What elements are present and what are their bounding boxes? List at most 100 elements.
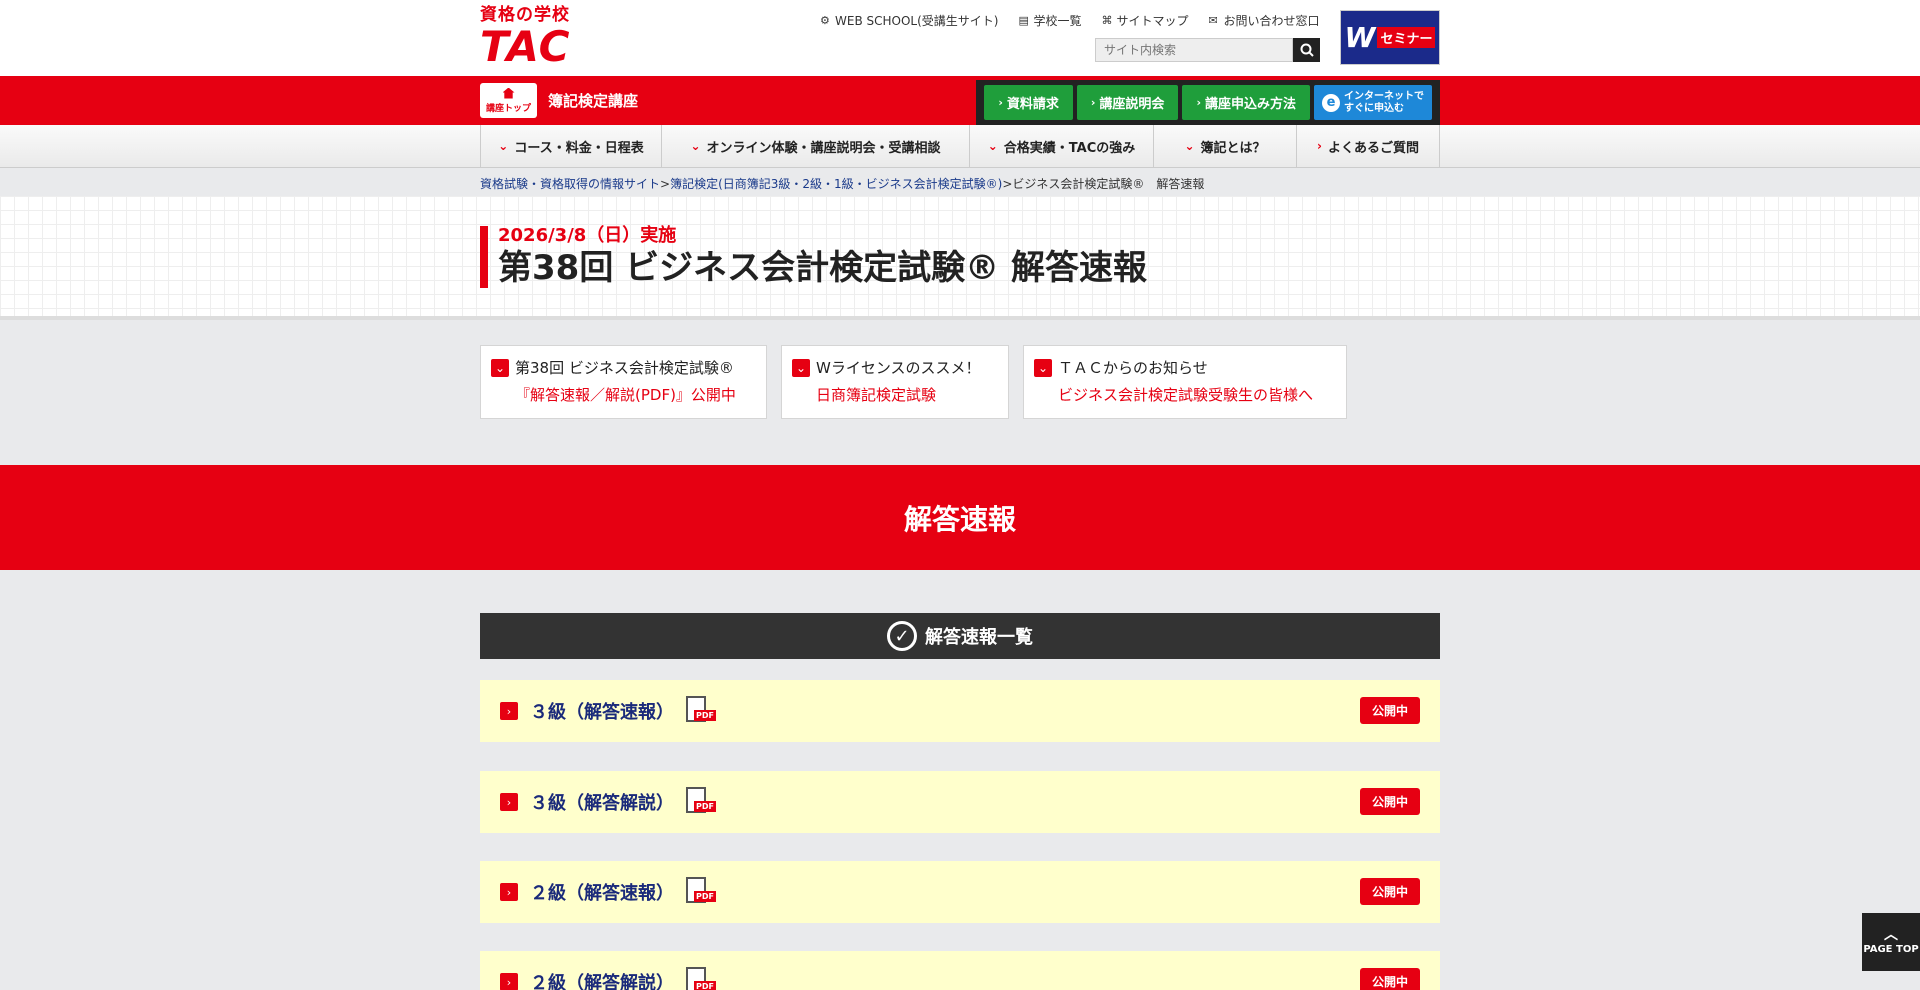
chevron-down-icon: ⌄ (690, 139, 701, 153)
answer-row[interactable]: › ２級（解答解説） PDF 公開中 (480, 951, 1440, 990)
answers-list-title: 解答速報一覧 (925, 627, 1033, 648)
news-card-tac-notice[interactable]: ⌄ ＴＡＣからのお知らせ ビジネス会計検定試験受験生の皆様へ (1023, 345, 1347, 419)
chevron-down-icon: ⌄ (987, 139, 998, 153)
w-seminar-banner[interactable]: W セミナー (1340, 10, 1440, 65)
util-link-label: お問い合わせ窓口 (1223, 14, 1320, 28)
util-link-label: WEB SCHOOL(受講生サイト) (835, 14, 999, 28)
nav-item-about-boki[interactable]: ⌄ 簿記とは？ (1154, 125, 1297, 167)
nav-label: オンライン体験・講座説明会・受講相談 (706, 140, 941, 156)
chevron-right-icon: › (1317, 139, 1322, 153)
pdf-icon: PDF (684, 877, 716, 907)
news-card-answers[interactable]: ⌄ 第38回 ビジネス会計検定試験® 『解答速報／解説(PDF)』公開中 (480, 345, 767, 419)
breadcrumb-trail: 資格試験・資格取得の情報サイト >簿記検定(日商簿記3級・2級・1級・ビジネス会計… (480, 175, 1204, 192)
status-badge: 公開中 (1359, 788, 1420, 815)
cta-group: › 資料請求 › 講座説明会 › 講座申込み方法 e インターネットで すぐに申… (976, 80, 1440, 125)
util-link-web-school[interactable]: ⚙ WEB SCHOOL(受講生サイト) (820, 12, 998, 29)
pdf-tag: PDF (694, 710, 716, 721)
chevron-right-icon: › (1196, 96, 1201, 109)
mail-icon: ✉ (1208, 14, 1218, 27)
search-icon (1300, 43, 1314, 57)
tac-logo[interactable]: 資格の学校 TAC (480, 5, 570, 69)
nav-items: ⌄ コース・料金・日程表 ⌄ オンライン体験・講座説明会・受講相談 ⌄ 合格実績… (480, 125, 1440, 167)
course-top-label: 講座トップ (485, 103, 531, 114)
how-to-apply-button[interactable]: › 講座申込み方法 (1182, 85, 1310, 120)
news-card-link: 日商簿記検定試験 (816, 386, 937, 404)
breadcrumb: 資格試験・資格取得の情報サイト >簿記検定(日商簿記3級・2級・1級・ビジネス会計… (0, 168, 1920, 196)
chevron-right-icon: › (500, 973, 518, 990)
utility-links: ⚙ WEB SCHOOL(受講生サイト) ▤ 学校一覧 ⌘ サイトマップ ✉ お… (820, 12, 1320, 29)
search-input[interactable] (1095, 38, 1293, 62)
news-card-link: 『解答速報／解説(PDF)』公開中 (515, 386, 736, 404)
gear-icon: ⚙ (820, 14, 830, 27)
title-band: 2026/3/8（日）実施 第38回 ビジネス会計検定試験® 解答速報 (0, 196, 1920, 320)
search-button[interactable] (1293, 38, 1320, 62)
util-link-schools[interactable]: ▤ 学校一覧 (1018, 12, 1081, 29)
pdf-icon: PDF (684, 696, 716, 726)
page-top-label: PAGE TOP (1863, 944, 1919, 955)
chevron-down-icon: ⌄ (498, 139, 509, 153)
request-materials-button[interactable]: › 資料請求 (984, 85, 1073, 120)
answer-row[interactable]: › ２級（解答速報） PDF 公開中 (480, 861, 1440, 923)
news-card-row: ⌄ ＴＡＣからのお知らせ (1034, 358, 1336, 378)
global-nav: ⌄ コース・料金・日程表 ⌄ オンライン体験・講座説明会・受講相談 ⌄ 合格実績… (0, 125, 1920, 168)
nav-label: 簿記とは？ (1200, 140, 1266, 156)
news-card-link: ビジネス会計検定試験受験生の皆様へ (1058, 386, 1314, 404)
nav-item-online-trial[interactable]: ⌄ オンライン体験・講座説明会・受講相談 (662, 125, 970, 167)
check-icon: ⌄ (792, 359, 810, 377)
pdf-tag: PDF (694, 801, 716, 812)
answer-row-label: ２級（解答解説） (530, 973, 674, 990)
news-area: ⌄ 第38回 ビジネス会計検定試験® 『解答速報／解説(PDF)』公開中 ⌄ W… (0, 320, 1920, 465)
answer-row-label: ３級（解答解説） (530, 793, 674, 814)
breadcrumb-link-boki[interactable]: 簿記検定(日商簿記3級・2級・1級・ビジネス会計検定試験®) (670, 177, 1002, 191)
course-top-button[interactable]: 講座トップ (480, 83, 537, 118)
check-icon: ⌄ (1034, 359, 1052, 377)
exam-date: 2026/3/8（日）実施 (498, 225, 677, 246)
answer-row[interactable]: › ３級（解答解説） PDF 公開中 (480, 771, 1440, 833)
status-badge: 公開中 (1359, 968, 1420, 990)
internet-icon: e (1322, 93, 1340, 112)
answer-row-label: ２級（解答速報） (530, 883, 674, 904)
page-title: 第38回 ビジネス会計検定試験® 解答速報 (498, 248, 1147, 288)
course-bar: 講座トップ 簿記検定講座 › 資料請求 › 講座説明会 › 講座申込み方法 e … (0, 76, 1920, 125)
apply-online-button[interactable]: e インターネットで すぐに申込む (1314, 85, 1432, 120)
course-name: 簿記検定講座 (548, 92, 639, 110)
news-card-w-license[interactable]: ⌄ Wライセンスのススメ！ 日商簿記検定試験 (781, 345, 1009, 419)
pdf-icon: PDF (684, 967, 716, 990)
check-icon: ⌄ (491, 359, 509, 377)
briefing-session-button[interactable]: › 講座説明会 (1076, 85, 1179, 120)
apply-online-line2: すぐに申込む (1344, 102, 1404, 114)
building-icon: ▤ (1018, 14, 1029, 27)
pdf-tag: PDF (694, 891, 716, 902)
news-card-row: ⌄ 第38回 ビジネス会計検定試験® (491, 358, 756, 378)
answers-list-header: ✓ 解答速報一覧 (480, 613, 1440, 659)
section-heading: 解答速報 (903, 502, 1016, 536)
logo-wordmark: TAC (480, 22, 571, 71)
page-top-button[interactable]: ︿ PAGE TOP (1862, 913, 1920, 971)
w-seminar-logo: W (1344, 21, 1376, 54)
answer-row[interactable]: › ３級（解答速報） PDF 公開中 (480, 680, 1440, 742)
w-seminar-label: セミナー (1377, 27, 1436, 48)
breadcrumb-link-home[interactable]: 資格試験・資格取得の情報サイト (480, 177, 660, 191)
pdf-tag: PDF (694, 981, 716, 990)
util-link-sitemap[interactable]: ⌘ サイトマップ (1101, 12, 1188, 29)
util-link-contact[interactable]: ✉ お問い合わせ窓口 (1209, 12, 1320, 29)
breadcrumb-separator: > (1002, 177, 1013, 191)
nav-label: よくあるご質問 (1327, 140, 1419, 156)
home-icon (502, 87, 515, 99)
chevron-right-icon: › (500, 883, 518, 901)
site-header: 資格の学校 TAC ⚙ WEB SCHOOL(受講生サイト) ▤ 学校一覧 ⌘ … (0, 0, 1920, 76)
nav-item-courses[interactable]: ⌄ コース・料金・日程表 (481, 125, 662, 167)
news-card-row: ⌄ Wライセンスのススメ！ (792, 358, 998, 378)
chevron-right-icon: › (998, 96, 1003, 109)
nav-label: コース・料金・日程表 (514, 140, 644, 156)
apply-online-line1: インターネットで (1344, 90, 1424, 102)
cta-label: 講座申込み方法 (1204, 97, 1296, 112)
page-title-block: 2026/3/8（日）実施 第38回 ビジネス会計検定試験® 解答速報 (480, 226, 1147, 288)
site-search (1095, 38, 1320, 62)
util-link-label: 学校一覧 (1033, 14, 1082, 28)
cta-label: 講座説明会 (1099, 97, 1165, 112)
nav-item-faq[interactable]: › よくあるご質問 (1297, 125, 1440, 167)
status-badge: 公開中 (1359, 697, 1420, 724)
nav-item-results[interactable]: ⌄ 合格実績・TACの強み (970, 125, 1154, 167)
answer-row-label: ３級（解答速報） (530, 702, 674, 723)
